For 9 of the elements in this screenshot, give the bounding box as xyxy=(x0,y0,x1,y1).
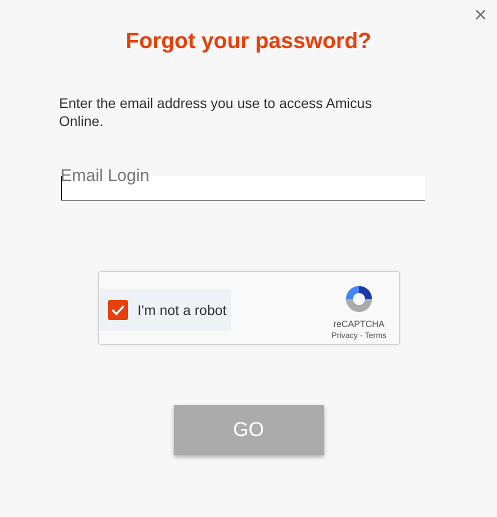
captcha-link[interactable]: Privacy xyxy=(332,330,358,340)
robot-checkbox[interactable] xyxy=(108,300,128,320)
dialog-title: Forgot your password? xyxy=(126,28,372,54)
instructions-text: Enter the email address you use to access Amicus Online. xyxy=(59,94,373,130)
captcha-link[interactable]: Terms xyxy=(364,330,386,340)
close-button[interactable]: × xyxy=(470,4,491,26)
link-separator: - xyxy=(358,330,364,340)
robot-label: I'm not a robot xyxy=(138,302,227,318)
recaptcha-brand: reCAPTCHA xyxy=(334,318,385,328)
